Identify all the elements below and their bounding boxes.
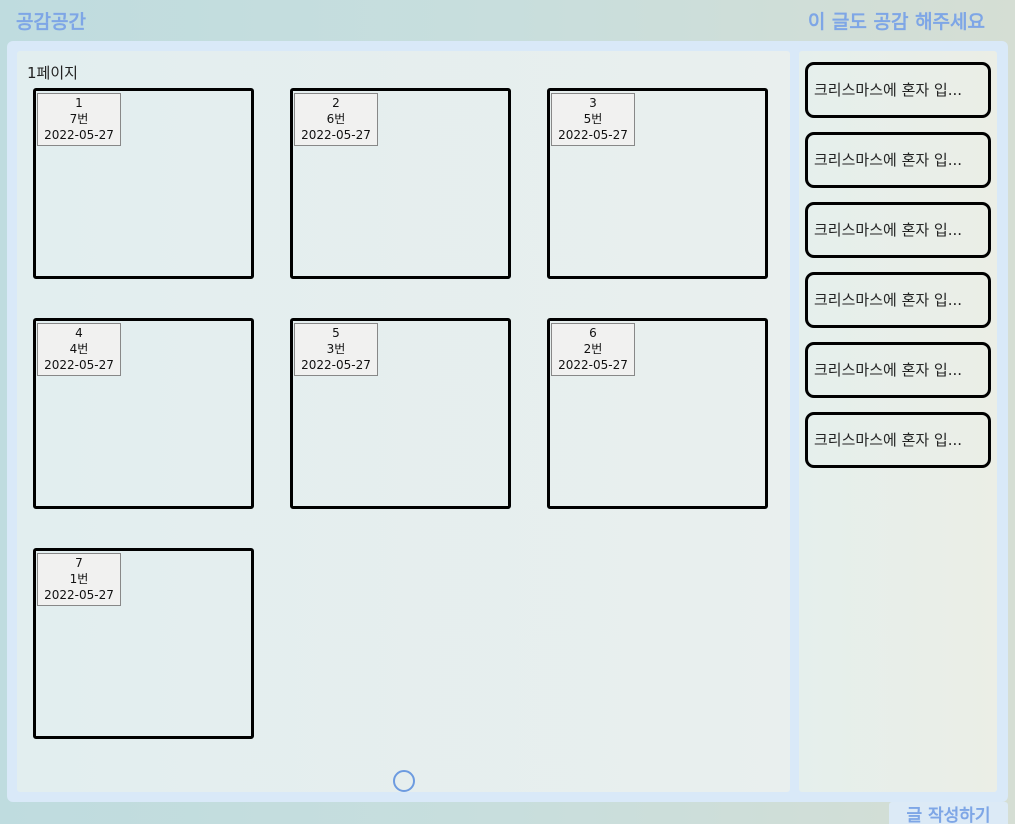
post-date: 2022-05-27 [301, 128, 371, 142]
recommend-post[interactable]: 크리스마스에 혼자 입... [805, 202, 991, 258]
post-card[interactable]: 5 3번 2022-05-27 [290, 318, 511, 509]
post-card[interactable]: 4 4번 2022-05-27 [33, 318, 254, 509]
post-date: 2022-05-27 [44, 588, 114, 602]
post-number: 2번 [583, 342, 603, 356]
post-index: 6 [589, 326, 597, 340]
post-number: 7번 [69, 112, 89, 126]
post-card[interactable]: 1 7번 2022-05-27 [33, 88, 254, 279]
app-title: 공감공간 [16, 11, 86, 33]
post-card-info: 5 3번 2022-05-27 [294, 323, 378, 376]
post-card-info: 6 2번 2022-05-27 [551, 323, 635, 376]
post-date: 2022-05-27 [301, 358, 371, 372]
loading-spinner-icon [393, 770, 415, 792]
recommend-post[interactable]: 크리스마스에 혼자 입... [805, 62, 991, 118]
recommend-panel: 크리스마스에 혼자 입... 크리스마스에 혼자 입... 크리스마스에 혼자 … [799, 51, 997, 792]
main-panel: 1페이지 1 7번 2022-05-27 2 6번 2022-05-27 3 5… [17, 51, 790, 792]
write-post-button[interactable]: 글 작성하기 [889, 802, 1008, 824]
post-card-info: 3 5번 2022-05-27 [551, 93, 635, 146]
recommend-post[interactable]: 크리스마스에 혼자 입... [805, 342, 991, 398]
post-index: 1 [75, 96, 83, 110]
post-date: 2022-05-27 [558, 358, 628, 372]
post-card[interactable]: 2 6번 2022-05-27 [290, 88, 511, 279]
post-card[interactable]: 3 5번 2022-05-27 [547, 88, 768, 279]
post-card-info: 7 1번 2022-05-27 [37, 553, 121, 606]
post-index: 4 [75, 326, 83, 340]
post-number: 3번 [326, 342, 346, 356]
post-index: 7 [75, 556, 83, 570]
post-date: 2022-05-27 [44, 128, 114, 142]
recommend-post[interactable]: 크리스마스에 혼자 입... [805, 412, 991, 468]
post-date: 2022-05-27 [44, 358, 114, 372]
side-title: 이 글도 공감 해주세요 [807, 11, 985, 33]
post-number: 1번 [69, 572, 89, 586]
post-number: 4번 [69, 342, 89, 356]
recommend-post[interactable]: 크리스마스에 혼자 입... [805, 132, 991, 188]
post-index: 2 [332, 96, 340, 110]
post-card-info: 4 4번 2022-05-27 [37, 323, 121, 376]
post-card[interactable]: 7 1번 2022-05-27 [33, 548, 254, 739]
post-index: 3 [589, 96, 597, 110]
post-card-info: 1 7번 2022-05-27 [37, 93, 121, 146]
post-index: 5 [332, 326, 340, 340]
post-number: 6번 [326, 112, 346, 126]
content-frame: 1페이지 1 7번 2022-05-27 2 6번 2022-05-27 3 5… [7, 41, 1008, 802]
post-card-info: 2 6번 2022-05-27 [294, 93, 378, 146]
post-number: 5번 [583, 112, 603, 126]
page-indicator: 1페이지 [27, 64, 78, 82]
post-card[interactable]: 6 2번 2022-05-27 [547, 318, 768, 509]
recommend-post[interactable]: 크리스마스에 혼자 입... [805, 272, 991, 328]
post-date: 2022-05-27 [558, 128, 628, 142]
